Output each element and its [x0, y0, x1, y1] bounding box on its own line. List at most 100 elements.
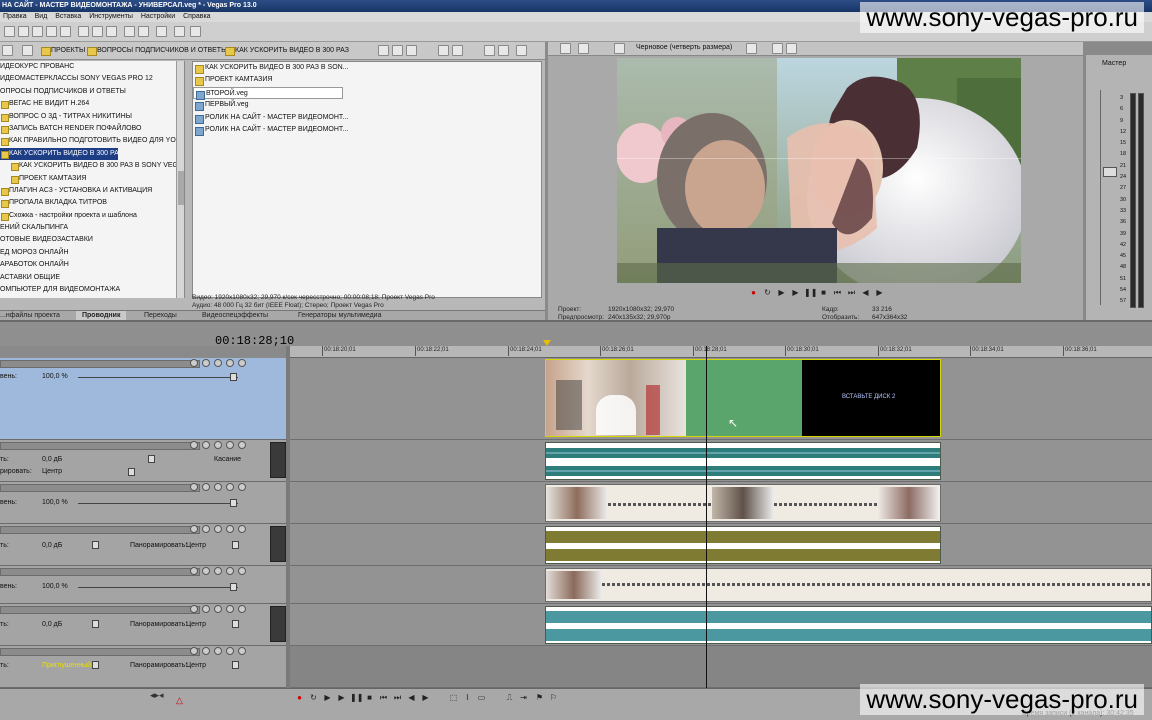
master-fader-knob[interactable]	[1103, 167, 1117, 177]
play-icon[interactable]: ▶	[336, 692, 347, 703]
play-icon[interactable]: ▶	[790, 287, 801, 298]
explorer-icon-3[interactable]	[406, 45, 417, 56]
selection-tool-icon[interactable]: ▭	[476, 692, 487, 703]
audio-lane-empty[interactable]	[290, 646, 1152, 688]
menu-insert[interactable]: Вставка	[55, 13, 81, 20]
volume-slider[interactable]	[92, 661, 99, 669]
region-icon[interactable]: ⚐	[548, 692, 559, 703]
breadcrumb-speedup[interactable]: КАК УСКОРИТЬ ВИДЕО В 300 РАЗ	[224, 46, 349, 56]
copy-icon[interactable]	[92, 26, 103, 37]
play-from-start-icon[interactable]: ▶	[776, 287, 787, 298]
external-monitor-icon[interactable]	[578, 43, 589, 54]
explorer-icon-2[interactable]	[392, 45, 403, 56]
tree-item[interactable]: ЗАПИСЬ BATCH RENDER ПОФАЙЛОВО	[0, 123, 184, 135]
list-item[interactable]: КАК УСКОРИТЬ ВИДЕО В 300 РАЗ В SON...	[193, 62, 349, 75]
menu-help[interactable]: Справка	[183, 13, 210, 20]
tree-item[interactable]: КАК УСКОРИТЬ ВИДЕО В 300 РАЗ В SONY VEGA…	[10, 160, 184, 172]
volume-slider[interactable]	[148, 455, 155, 463]
properties-icon[interactable]	[60, 26, 71, 37]
timeline-tracks[interactable]: ВСТАВЬТЕ ДИСК 2 ↖	[290, 358, 1152, 688]
save-icon[interactable]	[32, 26, 43, 37]
refresh-icon[interactable]	[378, 45, 389, 56]
file-list[interactable]: КАК УСКОРИТЬ ВИДЕО В 300 РАЗ В SON... ПР…	[192, 61, 542, 298]
track-name-field[interactable]	[0, 442, 200, 450]
menu-view[interactable]: Вид	[35, 13, 48, 20]
tree-item[interactable]: ЕНИЙ СКАЛЬПИНГА	[0, 222, 184, 234]
level-slider[interactable]	[230, 499, 237, 507]
next-frame-icon[interactable]: ▶	[874, 287, 885, 298]
tree-scroll-thumb[interactable]	[178, 171, 184, 205]
zoom-icon[interactable]: ◂▸◂	[150, 690, 164, 701]
video-lane[interactable]	[290, 482, 1152, 524]
go-to-end-icon[interactable]: ⏭	[392, 692, 403, 703]
tree-item[interactable]: ПРОЕКТ КАМТАЗИЯ	[10, 173, 184, 185]
level-slider[interactable]	[230, 373, 237, 381]
audio-lane[interactable]	[290, 604, 1152, 646]
track-name-field[interactable]	[0, 648, 200, 656]
level-slider[interactable]	[230, 583, 237, 591]
track-name-field[interactable]	[0, 484, 200, 492]
menu-edit[interactable]: Правка	[3, 13, 27, 20]
go-to-end-icon[interactable]: ⏭	[846, 287, 857, 298]
loop-icon[interactable]: ↻	[762, 287, 773, 298]
tree-item-selected[interactable]: КАК УСКОРИТЬ ВИДЕО В 300 РАЗ	[0, 147, 118, 161]
stop-icon[interactable]: ■	[818, 287, 829, 298]
go-to-start-icon[interactable]: ⏮	[832, 287, 843, 298]
overlays-icon[interactable]	[746, 43, 757, 54]
pan-slider[interactable]	[232, 620, 239, 628]
video-event[interactable]	[545, 484, 941, 522]
list-item[interactable]: ПЕРВЫЙ.veg	[193, 99, 343, 112]
pan-slider[interactable]	[128, 468, 135, 476]
breadcrumb-questions[interactable]: ВОПРОСЫ ПОДПИСЧИКОВ И ОТВЕТЫ	[86, 46, 227, 56]
audio-event[interactable]	[545, 606, 1152, 644]
up-folder-icon[interactable]	[22, 45, 33, 56]
paste-icon[interactable]	[106, 26, 117, 37]
tree-item[interactable]: ОПРОСЫ ПОДПИСЧИКОВ И ОТВЕТЫ	[0, 86, 184, 98]
volume-slider[interactable]	[92, 620, 99, 628]
track-name-field[interactable]	[0, 360, 200, 368]
tree-item[interactable]: ЕД МОРОЗ ОНЛАЙН	[0, 247, 184, 259]
stop-icon[interactable]: ■	[364, 692, 375, 703]
go-to-start-icon[interactable]: ⏮	[378, 692, 389, 703]
list-item[interactable]: РОЛИК НА САЙТ - МАСТЕР ВИДЕОМОНТ...	[193, 124, 348, 137]
trim-icon[interactable]: ⇥	[518, 692, 529, 703]
video-lane[interactable]	[290, 566, 1152, 604]
cut-icon[interactable]	[78, 26, 89, 37]
track-name-field[interactable]	[0, 606, 200, 614]
video-track-header[interactable]: вень: 100,0 %	[0, 566, 286, 604]
audio-lane[interactable]	[290, 524, 1152, 566]
loop-region-marker[interactable]	[543, 340, 551, 346]
preview-quality-select[interactable]: Черновое (четверть размера)	[636, 44, 732, 51]
redo-icon[interactable]	[138, 26, 149, 37]
list-item[interactable]: РОЛИК НА САЙТ - МАСТЕР ВИДЕОМОНТ...	[193, 112, 348, 124]
audio-track-header[interactable]: ть: Приглушенный Панорамировать: Центр	[0, 646, 286, 688]
tree-item[interactable]: ВОПРОС О 3Д - ТИТРАХ НИКИТИНЫ	[0, 111, 184, 123]
tree-item[interactable]: ОТОВЫЕ ВИДЕОЗАСТАВКИ	[0, 234, 184, 246]
pan-slider[interactable]	[232, 541, 239, 549]
timeline-ruler[interactable]: 00:18:20;01 00:18:22;01 00:18:24;01 00:1…	[290, 340, 1152, 358]
loop-icon[interactable]: ↻	[308, 692, 319, 703]
save-as-icon[interactable]	[46, 26, 57, 37]
record-icon[interactable]: ●	[294, 692, 305, 703]
tree-scrollbar[interactable]	[176, 61, 184, 298]
track-name-field[interactable]	[0, 526, 200, 534]
volume-slider[interactable]	[92, 541, 99, 549]
audio-event[interactable]	[545, 526, 941, 564]
tree-item[interactable]: ИДЕОМАСТЕРКЛАССЫ SONY VEGAS PRO 12	[0, 73, 184, 85]
next-frame-icon[interactable]: ▶	[420, 692, 431, 703]
menu-tools[interactable]: Инструменты	[89, 13, 133, 20]
menu-settings[interactable]: Настройки	[141, 13, 175, 20]
video-event-main[interactable]: ВСТАВЬТЕ ДИСК 2	[545, 359, 941, 437]
audio-event[interactable]	[545, 442, 941, 480]
list-item-selected[interactable]: ВТОРОЙ.veg	[193, 86, 343, 101]
tree-item[interactable]: ИДЕОКУРС ПРОВАНС	[0, 61, 184, 73]
video-event[interactable]	[545, 568, 1152, 602]
back-icon[interactable]	[2, 45, 13, 56]
pause-icon[interactable]: ❚❚	[350, 692, 363, 703]
list-item[interactable]: ПРОЕКТ КАМТАЗИЯ	[193, 74, 343, 87]
pan-slider[interactable]	[232, 661, 239, 669]
tree-item[interactable]: АРАБОТОК ОНЛАЙН	[0, 259, 184, 271]
video-track-header[interactable]: вень: 100,0 %	[0, 482, 286, 524]
tree-item[interactable]: КАК ПРАВИЛЬНО ПОДГОТОВИТЬ ВИДЕО ДЛЯ YOUT…	[0, 135, 184, 147]
envelope-tool-icon[interactable]: ⌇	[462, 692, 473, 703]
